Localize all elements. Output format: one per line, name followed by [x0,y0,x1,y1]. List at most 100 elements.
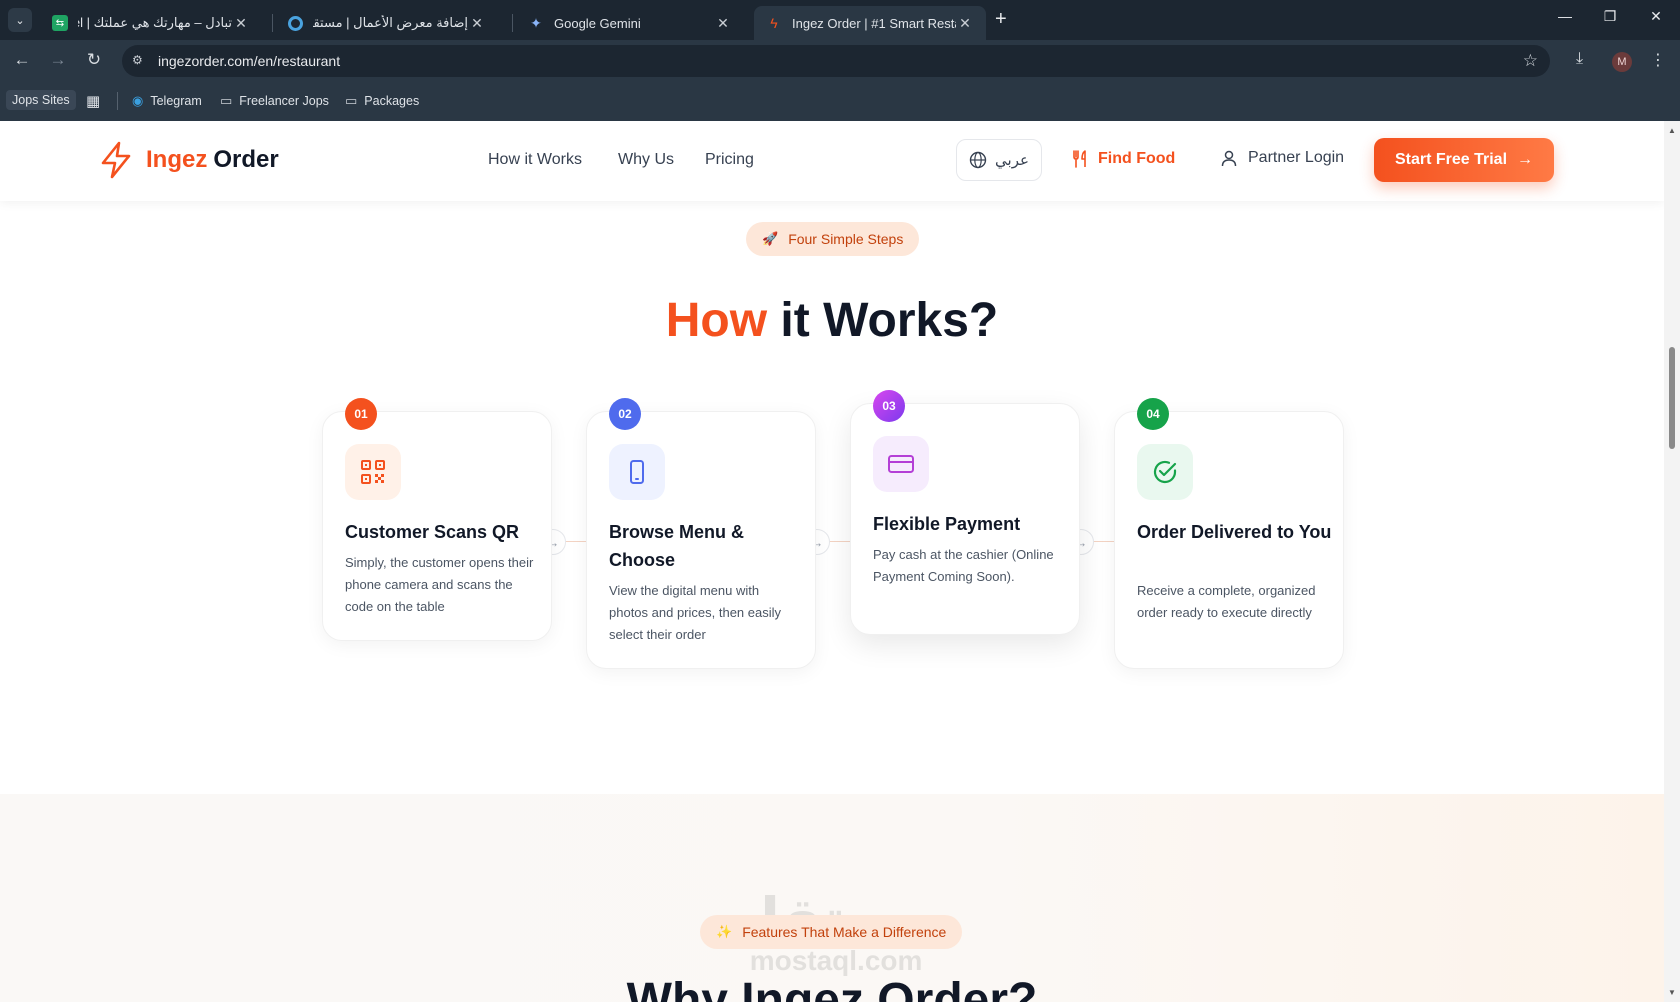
bookmark-telegram[interactable]: ◉ Telegram [132,93,202,109]
logo-word-order: Order [213,146,279,173]
url-text: ingezorder.com/en/restaurant [158,53,341,69]
minimize-icon[interactable]: — [1545,8,1585,24]
page-scrollbar[interactable]: ▲ ▼ [1664,121,1680,1002]
lightning-logo-icon [101,141,131,179]
nav-how-it-works[interactable]: How it Works [488,151,582,169]
ingez-favicon-icon: ϟ [770,15,778,31]
nav-pricing[interactable]: Pricing [705,151,754,169]
smartphone-icon [609,444,665,500]
watermark-latin: mostaql.com [749,945,923,976]
tab-gemini[interactable]: ✦ Google Gemini ✕ [516,6,744,40]
forward-button[interactable]: → [46,50,70,70]
tab-title: Google Gemini [554,15,641,31]
tabadel-favicon-icon: ⇆ [52,15,68,31]
restore-icon[interactable]: ❐ [1590,8,1630,25]
tab-ingez-order[interactable]: ϟ Ingez Order | #1 Smart Restaurant ✕ [754,6,986,40]
telegram-icon: ◉ [132,93,144,108]
tab-mostaql[interactable]: إضافة معرض الأعمال | مستقل ✕ [276,6,498,40]
utensils-icon [1073,150,1086,168]
apps-grid-icon[interactable]: ▦ [86,92,100,110]
browser-toolbar: ← → ↻ ⚙ ingezorder.com/en/restaurant ☆ ⤓… [0,40,1680,82]
step-number-badge: 01 [345,398,377,430]
reload-button[interactable]: ↻ [82,50,106,70]
find-food-label: Find Food [1098,150,1176,167]
close-tab-icon[interactable]: ✕ [232,15,250,32]
site-logo[interactable]: Ingez Order [98,141,279,179]
browser-chrome: ⌄ ⇆ تبادل – مهارتك هي عملتك | Tabadel ✕ … [0,0,1680,121]
tab-search-button[interactable]: ⌄ [8,8,32,32]
start-free-trial-button[interactable]: Start Free Trial → [1374,138,1554,182]
why-ingez-order-title: Why Ingez Order? [626,974,1038,1002]
check-circle-icon [1137,444,1193,500]
find-food-link[interactable]: Find Food [1070,149,1175,169]
credit-card-icon [873,436,929,492]
four-simple-steps-pill: 🚀 Four Simple Steps [746,222,920,256]
bookmark-freelancer-jops[interactable]: ▭ Freelancer Jops [220,93,329,109]
step-title: Flexible Payment [873,514,1021,534]
step-description: View the digital menu with photos and pr… [609,583,781,642]
step-title: Order Delivered to You [1137,522,1332,542]
close-tab-icon[interactable]: ✕ [956,15,974,32]
partner-login-link[interactable]: Partner Login [1220,149,1344,167]
cta-label: Start Free Trial [1394,151,1508,168]
gemini-favicon-icon: ✦ [530,14,542,31]
tab-tabadel[interactable]: ⇆ تبادل – مهارتك هي عملتك | Tabadel ✕ [40,6,262,40]
step-card-3: 03 Flexible Payment Pay cash at the cash… [850,390,1080,635]
bookmark-packages[interactable]: ▭ Packages [345,93,419,109]
step-description: Simply, the customer opens their phone c… [345,555,534,614]
menu-dots-icon[interactable]: ⋮ [1650,50,1666,70]
scroll-up-icon[interactable]: ▲ [1668,126,1676,135]
user-icon [1221,150,1237,167]
close-window-icon[interactable]: ✕ [1636,8,1676,25]
partner-login-label: Partner Login [1248,149,1345,166]
title-accent: How [665,294,768,347]
step-title: Customer Scans QR [345,522,520,542]
title-rest: it Works? [767,294,999,347]
bookmark-star-icon[interactable]: ☆ [1523,51,1538,71]
qr-code-icon [345,444,401,500]
close-tab-icon[interactable]: ✕ [468,15,486,32]
site-info-icon[interactable]: ⚙ [132,53,148,69]
rocket-icon: 🚀 [762,231,779,246]
pill-label: Features That Make a Difference [742,924,947,940]
language-label: عربي [995,152,1029,169]
step-title: Browse Menu & Choose [609,522,745,570]
bookmark-jops-sites[interactable]: Jops Sites [6,90,76,110]
globe-icon [969,151,987,169]
bookmarks-bar: Jops Sites ▦ ◉ Telegram ▭ Freelancer Jop… [0,82,1680,121]
close-tab-icon[interactable]: ✕ [714,15,732,32]
address-bar[interactable]: ⚙ ingezorder.com/en/restaurant ☆ [122,45,1550,77]
sparkles-icon: ✨ [716,924,733,939]
download-icon[interactable]: ⤓ [1576,50,1583,68]
logo-word-ingez: Ingez [146,146,208,173]
new-tab-button[interactable]: + [995,8,1007,31]
tab-title: Ingez Order | #1 Smart Restaurant [792,15,956,31]
scroll-down-icon[interactable]: ▼ [1668,988,1676,997]
features-pill: ✨ Features That Make a Difference [700,915,963,949]
step-description: Pay cash at the cashier (Online Payment … [873,547,1054,584]
step-number-badge: 02 [609,398,641,430]
bookmark-label: Telegram [150,94,202,108]
step-card-1: 01 Customer Scans QR Simply, the custome… [322,398,552,641]
arrow-right-icon: → [1517,151,1534,168]
step-card-4: 04 Order Delivered to You Receive a comp… [1114,398,1344,669]
tab-strip: ⌄ ⇆ تبادل – مهارتك هي عملتك | Tabadel ✕ … [0,0,1680,40]
nav-why-us[interactable]: Why Us [618,151,674,169]
bookmark-label: Freelancer Jops [239,94,329,108]
tab-title: تبادل – مهارتك هي عملتك | Tabadel [78,15,232,30]
page-viewport: Ingez Order How it Works Why Us Pricing … [0,121,1664,1002]
step-number-badge: 03 [873,390,905,422]
bookmark-label: Packages [364,94,420,108]
step-description: Receive a complete, organized order read… [1137,583,1316,620]
back-button[interactable]: ← [10,50,34,70]
scrollbar-thumb[interactable] [1669,347,1675,449]
profile-avatar[interactable]: M [1612,52,1632,72]
how-it-works-title: How it Works? [0,293,1664,348]
step-number-badge: 04 [1137,398,1169,430]
mostaql-favicon-icon [288,15,303,31]
pill-label: Four Simple Steps [788,231,904,247]
bookmark-label: Jops Sites [12,93,70,107]
language-toggle-button[interactable]: عربي [956,139,1042,181]
tab-title: إضافة معرض الأعمال | مستقل [313,15,468,30]
folder-icon: ▭ [345,93,358,108]
